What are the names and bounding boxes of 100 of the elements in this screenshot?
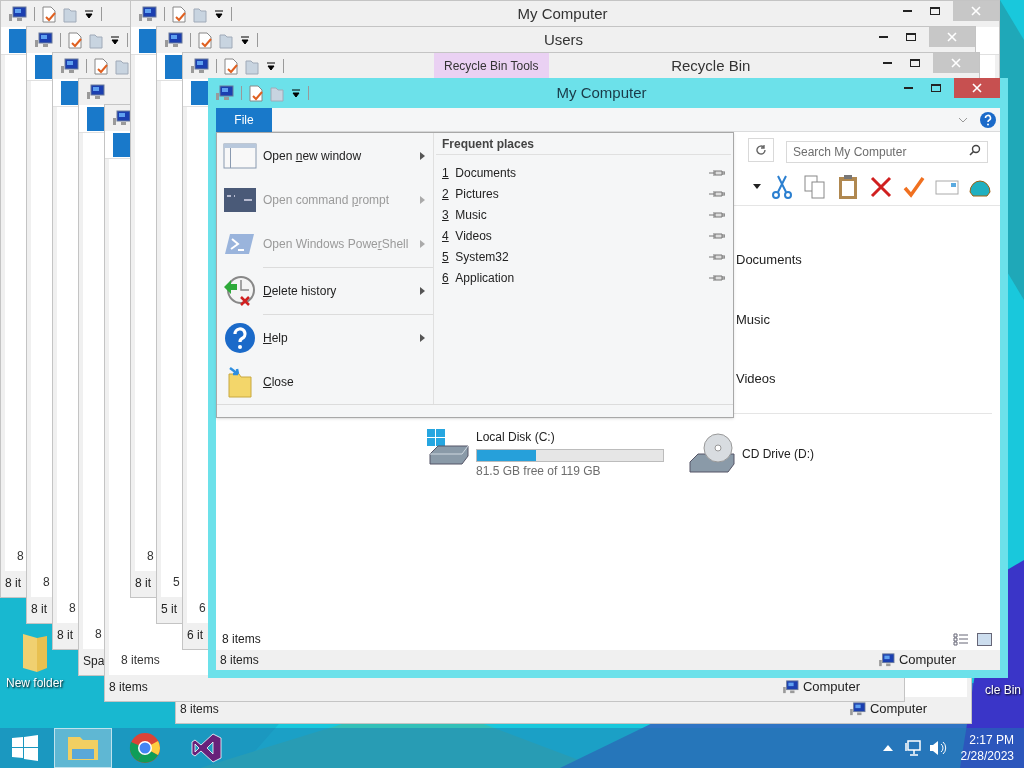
menu-item[interactable]: Close bbox=[217, 360, 433, 404]
ribbon-tab[interactable] bbox=[165, 54, 182, 79]
ribbon-tab[interactable] bbox=[35, 54, 52, 79]
dropdown-caret-icon[interactable] bbox=[84, 9, 94, 19]
computer-icon bbox=[191, 58, 209, 74]
dropdown-caret-icon[interactable] bbox=[291, 88, 301, 98]
submenu-arrow-icon bbox=[420, 196, 425, 204]
folder-arrow-icon bbox=[226, 366, 254, 398]
pin-icon[interactable] bbox=[709, 231, 725, 240]
item-count: 8 bbox=[147, 548, 154, 565]
frequent-place[interactable]: 2 Pictures bbox=[442, 183, 725, 204]
computer-icon bbox=[782, 680, 799, 694]
pin-icon[interactable] bbox=[709, 273, 725, 282]
item-count: 5 bbox=[173, 574, 180, 591]
computer-icon bbox=[878, 653, 895, 667]
computer-icon bbox=[113, 110, 131, 126]
window-title: Users bbox=[543, 29, 584, 50]
scissors-icon[interactable] bbox=[770, 173, 794, 200]
menu-item[interactable]: Help bbox=[217, 316, 433, 360]
dropdown-caret-icon[interactable] bbox=[214, 9, 224, 19]
computer-icon bbox=[35, 32, 53, 48]
ribbon-tab[interactable] bbox=[9, 28, 26, 53]
network-icon[interactable] bbox=[904, 740, 921, 756]
hard-drive-icon bbox=[424, 428, 472, 468]
status-text: 8 it bbox=[31, 601, 47, 618]
ribbon-tab[interactable] bbox=[139, 28, 156, 53]
drive-name: Local Disk (C:) bbox=[476, 429, 556, 446]
computer-icon bbox=[849, 702, 866, 716]
close-icon bbox=[947, 32, 957, 42]
chevron-down-icon[interactable] bbox=[958, 116, 968, 123]
folder-label[interactable]: Documents bbox=[736, 250, 802, 270]
window-title: Recycle Bin bbox=[671, 55, 751, 76]
computer-icon bbox=[139, 6, 157, 22]
computer-icon bbox=[61, 58, 79, 74]
free-space: 81.5 GB free of 119 GB bbox=[476, 463, 602, 480]
status-location: Computer bbox=[898, 651, 956, 670]
pin-icon[interactable] bbox=[709, 252, 725, 261]
drive-tile[interactable]: CD Drive (D:) bbox=[688, 428, 814, 480]
paste-icon[interactable] bbox=[836, 173, 860, 200]
document-check-icon[interactable] bbox=[224, 57, 238, 75]
document-check-icon[interactable] bbox=[172, 5, 186, 23]
item-count: 6 bbox=[199, 600, 206, 617]
status-text: 8 items bbox=[180, 701, 219, 718]
ribbon-tab[interactable] bbox=[113, 132, 130, 157]
close-icon bbox=[951, 58, 961, 68]
ribbon-tab[interactable] bbox=[87, 106, 104, 131]
refresh-button[interactable] bbox=[748, 138, 774, 162]
computer-icon bbox=[87, 84, 105, 100]
computer-icon bbox=[9, 6, 27, 22]
pin-icon[interactable] bbox=[709, 210, 725, 219]
item-count: 8 bbox=[17, 548, 24, 565]
menu-item[interactable]: Open new window bbox=[217, 134, 433, 178]
submenu-arrow-icon bbox=[420, 334, 425, 342]
volume-icon[interactable] bbox=[928, 740, 947, 756]
show-hidden-icons-icon[interactable] bbox=[882, 745, 893, 751]
clock-date[interactable]: 2/28/2023 bbox=[960, 748, 1014, 764]
window-icon bbox=[223, 143, 257, 169]
status-location: Computer bbox=[802, 678, 860, 697]
folder-label[interactable]: Videos bbox=[736, 369, 776, 389]
refresh-icon bbox=[755, 144, 767, 156]
ribbon-tab[interactable] bbox=[61, 80, 78, 105]
document-check-icon[interactable] bbox=[198, 31, 212, 49]
document-check-icon[interactable] bbox=[249, 84, 263, 102]
frequent-place[interactable]: 4 Videos bbox=[442, 225, 725, 246]
search-field[interactable]: Search My Computer bbox=[786, 141, 988, 163]
window-title: My Computer bbox=[517, 3, 608, 24]
windows-logo-icon bbox=[12, 735, 38, 761]
frequent-place[interactable]: 1 Documents bbox=[442, 162, 725, 183]
dropdown-caret-icon[interactable] bbox=[110, 35, 120, 45]
document-check-icon[interactable] bbox=[94, 57, 108, 75]
menu-item[interactable]: Delete history bbox=[217, 269, 433, 313]
browser-icon bbox=[129, 732, 161, 764]
command-prompt-icon bbox=[224, 188, 256, 212]
status-text: Spa bbox=[83, 653, 105, 670]
item-count: 8 bbox=[69, 600, 76, 617]
dropdown-caret-icon[interactable] bbox=[266, 61, 276, 71]
ribbon-tab[interactable] bbox=[191, 80, 208, 105]
thumbnail-view-icon[interactable] bbox=[977, 632, 992, 646]
dropdown-caret-icon[interactable] bbox=[753, 184, 761, 189]
frequent-place[interactable]: 6 Application bbox=[442, 267, 725, 288]
clock-time[interactable]: 2:17 PM bbox=[969, 732, 1014, 748]
help-icon[interactable] bbox=[980, 111, 996, 128]
infinity-ribbon-icon bbox=[191, 732, 223, 764]
cd-drive-icon bbox=[688, 432, 738, 476]
dropdown-caret-icon[interactable] bbox=[240, 35, 250, 45]
file-tab[interactable]: File bbox=[216, 107, 272, 132]
drive-name: CD Drive (D:) bbox=[742, 446, 814, 463]
folder-label[interactable]: Music bbox=[736, 309, 770, 329]
drive-tile[interactable]: Local Disk (C:) 81.5 GB free of 119 GB bbox=[424, 428, 674, 480]
pin-icon[interactable] bbox=[709, 189, 725, 198]
status-text: 5 it bbox=[161, 601, 177, 618]
frequent-place[interactable]: 3 Music bbox=[442, 204, 725, 225]
desktop-icon-label[interactable]: cle Bin bbox=[985, 681, 1022, 699]
pin-icon[interactable] bbox=[709, 168, 725, 177]
submenu-arrow-icon bbox=[420, 152, 425, 160]
document-check-icon[interactable] bbox=[68, 31, 82, 49]
contextual-tab[interactable]: Recycle Bin Tools bbox=[434, 53, 549, 79]
details-view-icon[interactable] bbox=[953, 632, 969, 646]
frequent-place[interactable]: 5 System32 bbox=[442, 246, 725, 267]
document-check-icon[interactable] bbox=[42, 5, 56, 23]
